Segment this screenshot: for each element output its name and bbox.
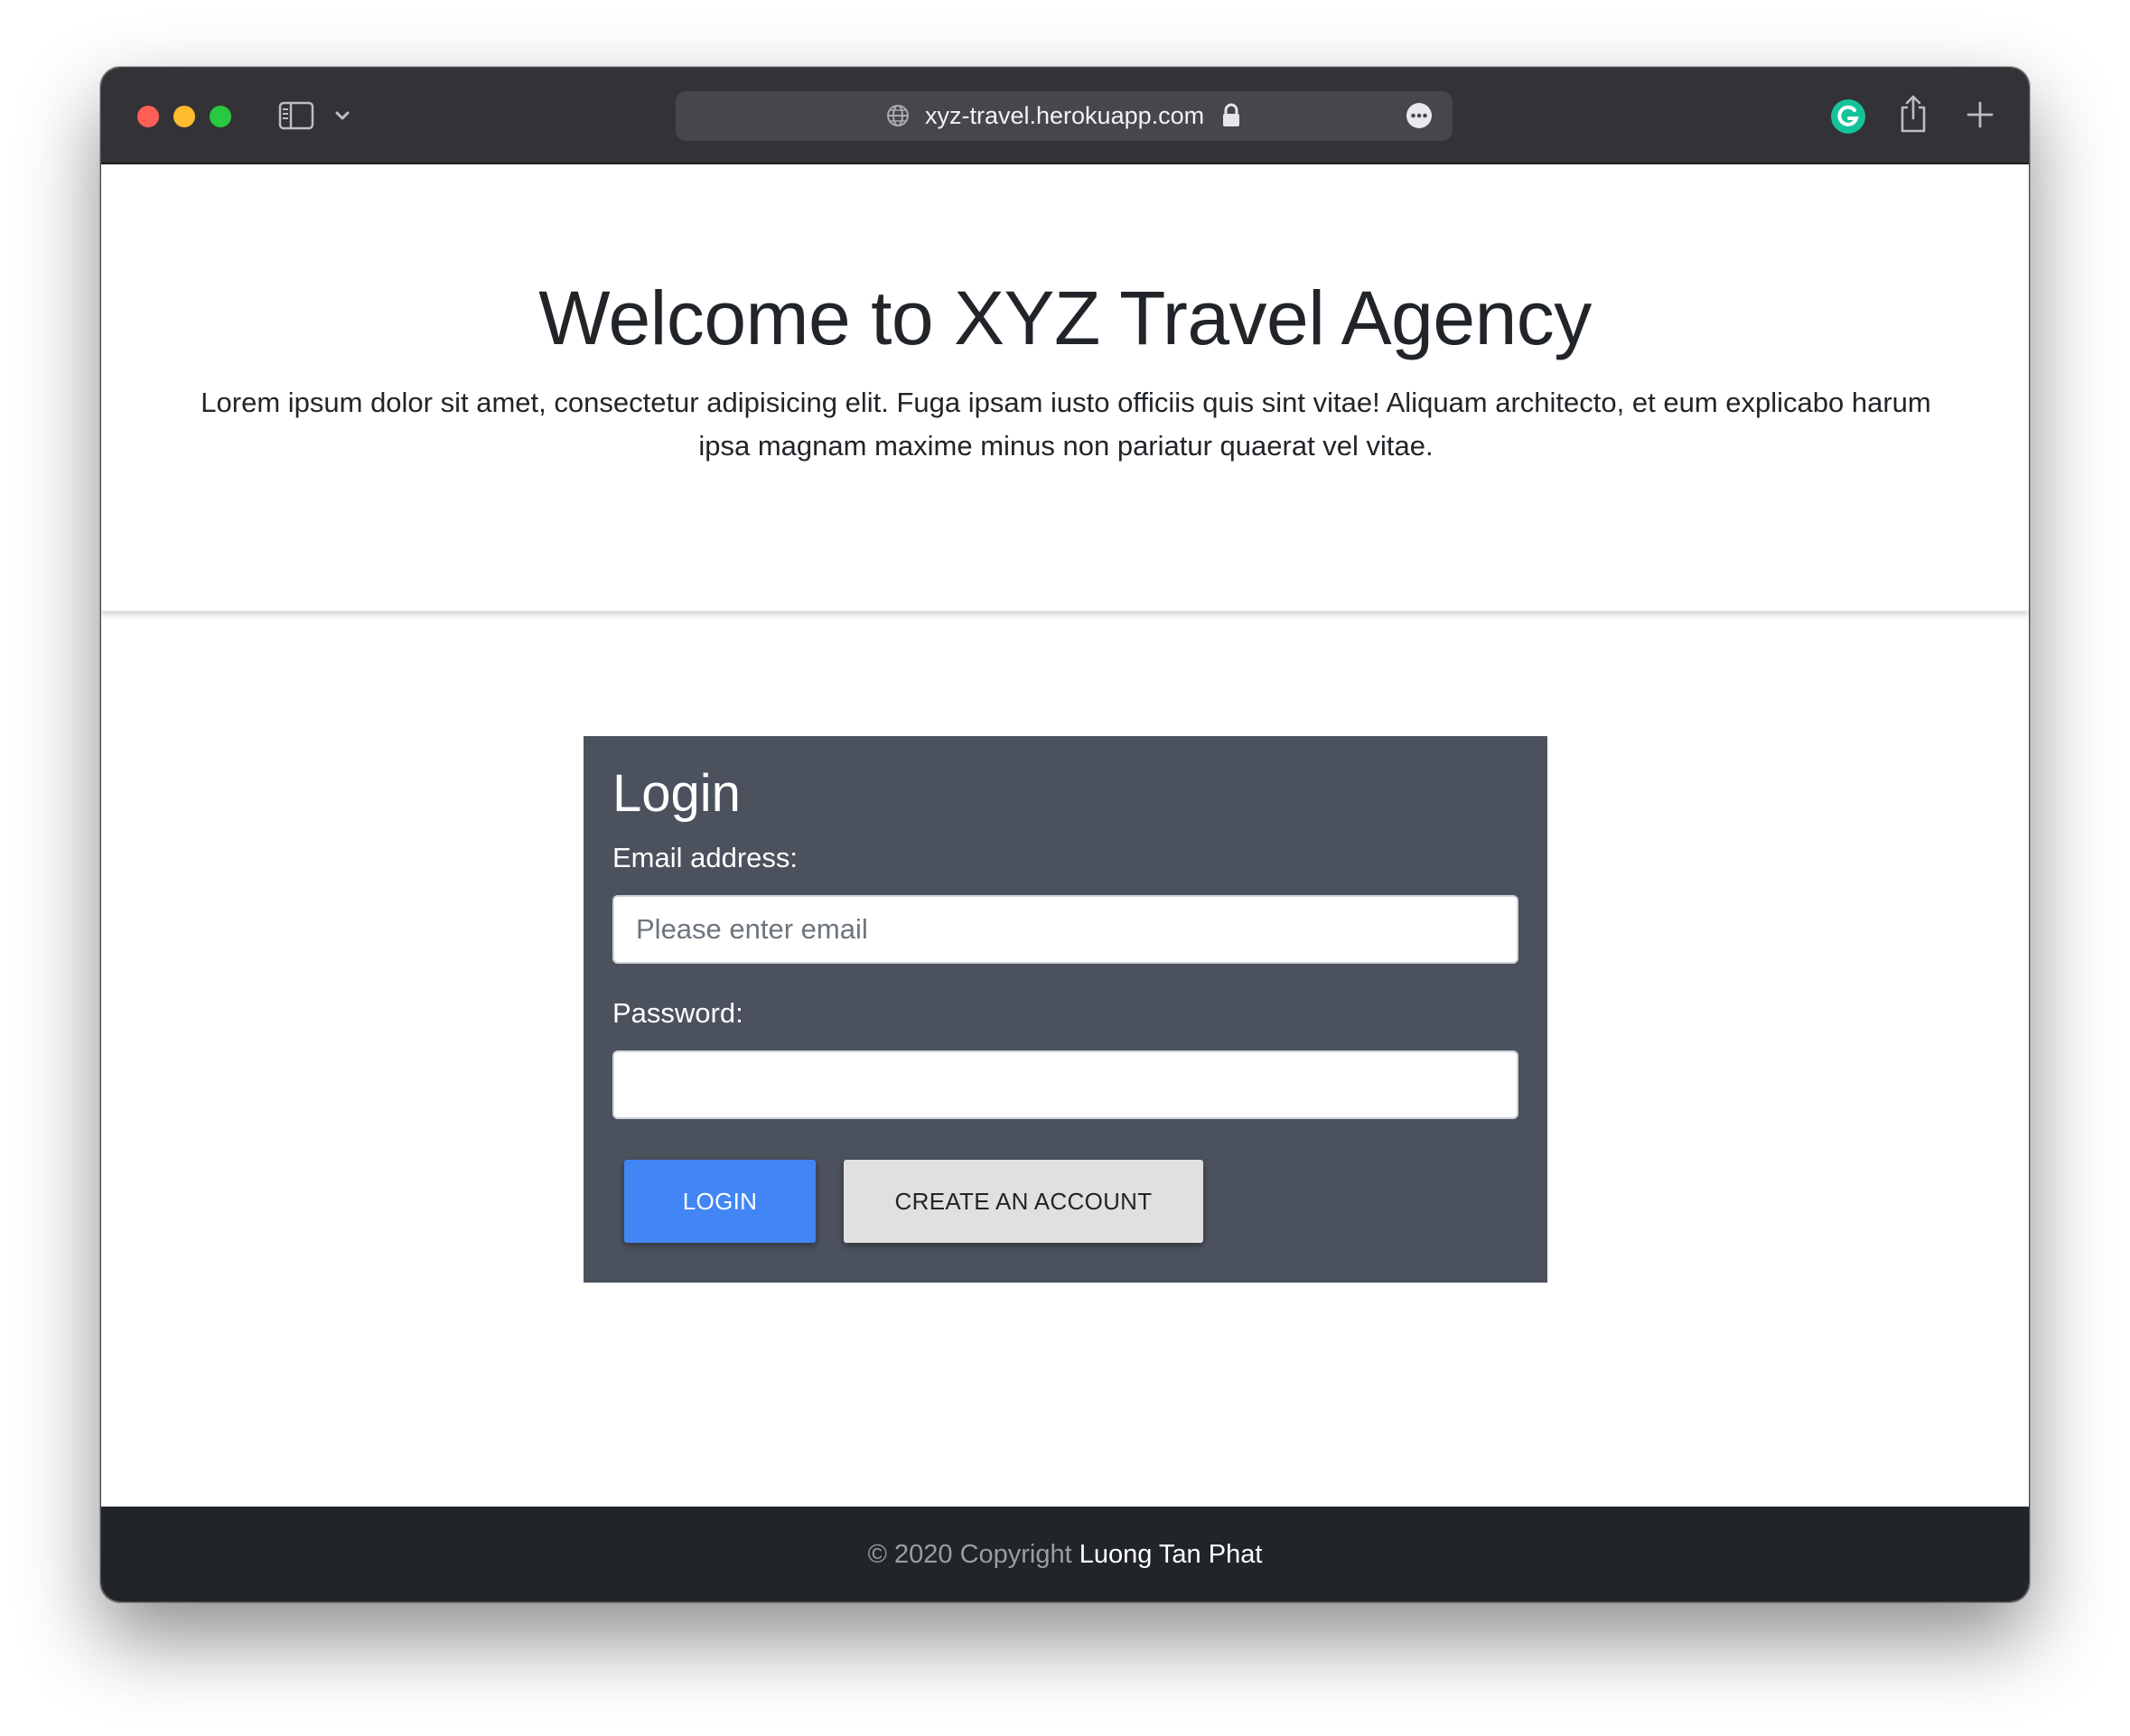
password-field[interactable] — [612, 1050, 1518, 1119]
login-button[interactable]: LOGIN — [624, 1160, 816, 1243]
email-field[interactable] — [612, 895, 1518, 964]
web-page: Welcome to XYZ Travel Agency Lorem ipsum… — [101, 164, 2029, 1601]
email-label: Email address: — [612, 842, 799, 873]
address-bar[interactable]: xyz-travel.herokuapp.com — [676, 91, 1453, 141]
hero-section: Welcome to XYZ Travel Agency Lorem ipsum… — [101, 164, 2029, 611]
lock-icon — [1221, 103, 1241, 128]
plus-icon[interactable] — [1964, 98, 1996, 131]
browser-toolbar: xyz-travel.herokuapp.com — [101, 68, 2029, 164]
sidebar-icon[interactable] — [277, 100, 315, 131]
grammarly-icon[interactable] — [1830, 98, 1866, 135]
more-icon[interactable] — [1406, 102, 1433, 129]
login-title: Login — [612, 764, 741, 823]
url-text[interactable]: xyz-travel.herokuapp.com — [925, 91, 1204, 141]
hero-description: Lorem ipsum dolor sit amet, consectetur … — [201, 387, 1931, 462]
close-window-button[interactable] — [137, 106, 159, 127]
create-account-button[interactable]: CREATE AN ACCOUNT — [844, 1160, 1203, 1243]
share-icon[interactable] — [1897, 93, 1929, 135]
footer-copyright: © 2020 Copyright — [867, 1540, 1072, 1569]
browser-window: xyz-travel.herokuapp.com Welcome to XYZ … — [100, 67, 2030, 1602]
login-form: Login Email address: Password: LOGIN CRE… — [584, 736, 1547, 1283]
page-footer: © 2020 Copyright Luong Tan Phat — [101, 1507, 2029, 1601]
minimize-window-button[interactable] — [173, 106, 195, 127]
chevron-down-icon[interactable] — [331, 104, 354, 127]
footer-author-link[interactable]: Luong Tan Phat — [1079, 1540, 1263, 1569]
zoom-window-button[interactable] — [210, 106, 231, 127]
page-title: Welcome to XYZ Travel Agency — [538, 275, 1592, 360]
password-label: Password: — [612, 997, 743, 1029]
globe-icon — [885, 103, 911, 128]
